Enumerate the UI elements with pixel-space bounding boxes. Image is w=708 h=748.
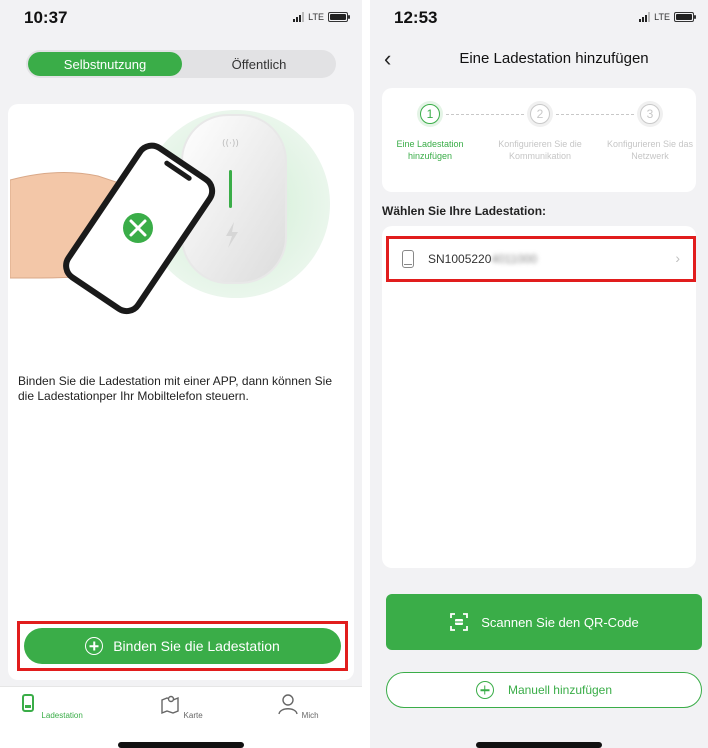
obscured-serial: 4011000 [491,252,538,266]
step-2-label: Konfigurieren Sie die Kommunikation [498,139,582,161]
map-icon [161,695,180,715]
tab-label: Ladestation [41,711,83,720]
step-connector [446,114,524,115]
qr-scan-icon [450,613,469,631]
manual-add-button[interactable]: Manuell hinzufügen [386,672,702,708]
tab-label: Mich [301,711,319,720]
plus-circle-icon [475,681,494,699]
bottom-tab-bar: Ladestation Karte Mich [0,686,362,748]
signal-icon [293,12,305,22]
tab-selbstnutzung[interactable]: Selbstnutzung [28,52,182,76]
bind-description: Binden Sie die Ladestation mit einer APP… [18,374,333,403]
scan-qr-label: Scannen Sie den QR-Code [481,614,639,630]
tab-mich[interactable]: Mich [258,693,338,720]
battery-icon [328,12,350,22]
step-3-circle: 3 [640,104,660,124]
chevron-right-icon: › [675,250,680,266]
charger-device-icon [402,250,414,268]
network-label: LTE [654,12,670,22]
scan-qr-button[interactable]: Scannen Sie den QR-Code [386,594,702,650]
tab-ladestation[interactable]: Ladestation [10,693,90,720]
charger-serial-number: SN10052204011000 [428,252,538,266]
step-1-circle: 1 [420,104,440,124]
bind-charger-label: Binden Sie die Ladestation [113,638,280,654]
signal-icon [639,12,651,22]
status-time: 12:53 [394,8,438,27]
status-icons: LTE [639,12,696,22]
bind-charger-button[interactable]: Binden Sie die Ladestation [24,628,341,664]
step-connector [556,114,634,115]
manual-add-label: Manuell hinzufügen [507,683,613,697]
home-indicator [118,742,244,748]
status-time: 10:37 [24,8,68,27]
charger-icon [22,694,35,712]
status-icons: LTE [293,12,350,22]
left-screen: 10:37 LTE Selbstnutzung Öffentlich ((·)) [0,0,362,748]
battery-icon [674,12,696,22]
select-charger-label: Wählen Sie Ihre Ladestation: [382,204,547,218]
page-title: Eine Ladestation hinzufügen [459,50,649,67]
step-1-label: Eine Ladestation hinzufügen [396,139,464,161]
user-icon [278,694,299,715]
tab-label: Karte [183,711,203,720]
tab-oeffentlich[interactable]: Öffentlich [184,52,334,76]
tab-karte[interactable]: Karte [141,693,221,720]
status-bar: 10:37 LTE [0,0,362,36]
charger-list-item[interactable]: SN10052204011000 › [390,240,692,278]
svg-text:((·)): ((·)) [222,139,239,149]
network-label: LTE [308,12,324,22]
right-screen: 12:53 LTE ‹ Eine Ladestation hinzufügen … [370,0,708,748]
step-3-label: Konfigurieren Sie das Netzwerk [606,139,694,161]
step-indicator: 1 2 3 Eine Ladestation hinzufügen Konfig… [382,88,696,192]
status-bar: 12:53 LTE [370,0,708,36]
step-2-circle: 2 [530,104,550,124]
home-indicator [476,742,602,748]
phone-charger-illustration: ((·)) [10,110,330,315]
mode-segmented-control: Selbstnutzung Öffentlich [26,50,336,78]
plus-circle-icon [85,637,104,655]
